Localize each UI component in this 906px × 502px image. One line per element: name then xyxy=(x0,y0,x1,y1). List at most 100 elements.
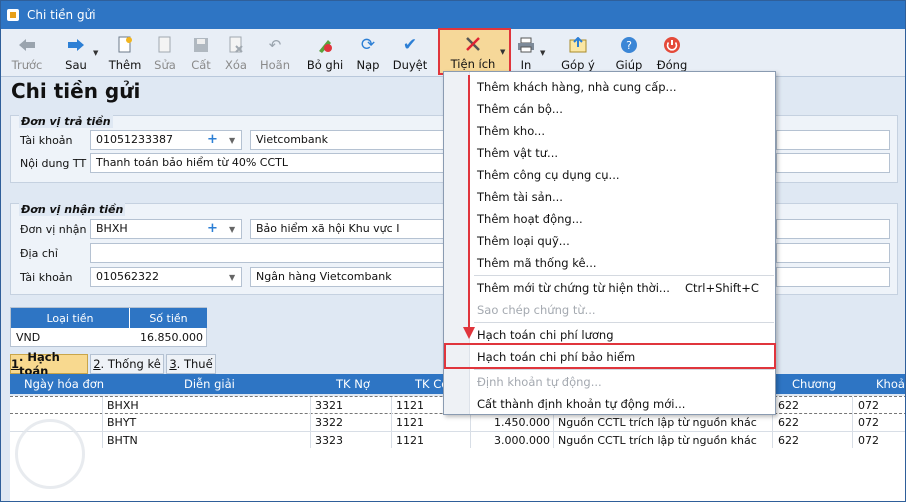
next-dropdown-icon[interactable]: ▼ xyxy=(93,49,98,57)
utilities-button[interactable]: Tiện ích ▼ xyxy=(438,28,511,75)
check-icon: ✔ xyxy=(402,34,418,55)
add-document-icon xyxy=(115,35,135,55)
payer-account-dropdown-icon[interactable]: ▼ xyxy=(229,136,235,145)
payee-account-field[interactable]: 010562322 xyxy=(90,267,242,287)
help-button[interactable]: ? Giúp xyxy=(613,31,645,75)
print-dropdown-icon[interactable]: ▼ xyxy=(540,49,545,57)
cell-item: 072 xyxy=(858,434,879,447)
payer-bank-field-ext[interactable] xyxy=(776,130,890,150)
tab-accounting[interactable]: 1. Hạch toán xyxy=(10,350,88,378)
payee-name-field-ext[interactable] xyxy=(776,219,890,239)
payee-unit-field[interactable]: BHXH xyxy=(90,219,242,239)
reload-button[interactable]: ⟳ Nạp xyxy=(353,31,383,75)
menu-salary-expense[interactable]: Hạch toán chi phí lương xyxy=(477,328,614,342)
cell-description: BHXH xyxy=(107,399,139,412)
payee-unit-label: Đơn vị nhận xyxy=(20,223,87,236)
undo-icon: ↶ xyxy=(268,35,282,54)
watermark-stamp xyxy=(15,419,85,489)
payee-bank-field-ext[interactable] xyxy=(776,267,890,287)
payee-address-label: Địa chỉ xyxy=(20,247,58,260)
add-button[interactable]: Thêm xyxy=(107,31,143,75)
payment-content-field[interactable]: Thanh toán bảo hiểm từ 40% CCTL xyxy=(90,153,444,173)
payer-group-title: Đơn vị trả tiền xyxy=(19,115,113,128)
tab-tax[interactable]: 3. Thuế xyxy=(166,354,216,374)
tab-statistics-label: . Thống kê xyxy=(100,357,161,371)
approve-button[interactable]: ✔ Duyệt xyxy=(391,31,429,75)
tab-accounting-num: 1 xyxy=(11,357,20,371)
menu-new-from-current[interactable]: Thêm mới từ chứng từ hiện thời... xyxy=(477,281,670,295)
grid-empty-area xyxy=(10,448,905,501)
tab-statistics[interactable]: 2. Thống kê xyxy=(90,354,164,374)
utilities-dropdown-icon: ▼ xyxy=(500,48,506,56)
feedback-button[interactable]: Góp ý xyxy=(559,31,597,75)
header-chapter: Chương xyxy=(792,377,837,391)
window: Chi tiền gửi Trước Sau ▼ Thêm Sửa Cất Xó… xyxy=(0,0,906,502)
table-row[interactable]: BHYT 3322 1121 1.450.000 Nguồn CCTL tríc… xyxy=(10,414,905,432)
save-icon xyxy=(191,35,211,55)
tab-statistics-num: 2 xyxy=(93,357,101,371)
menu-auto-entry: Định khoản tự động... xyxy=(477,375,602,389)
menu-add-customer[interactable]: Thêm khách hàng, nhà cung cấp... xyxy=(477,80,677,94)
cell-description: BHTN xyxy=(107,434,138,447)
payee-address-field-ext[interactable] xyxy=(776,243,890,263)
payee-account-dropdown-icon[interactable]: ▼ xyxy=(229,273,235,282)
menu-separator xyxy=(474,369,774,370)
printer-icon xyxy=(516,35,536,55)
menu-add-activity[interactable]: Thêm hoạt động... xyxy=(477,212,583,226)
tools-icon xyxy=(463,34,483,54)
cell-credit: 1121 xyxy=(396,399,424,412)
menu-add-tool[interactable]: Thêm công cụ dụng cụ... xyxy=(477,168,620,182)
payee-name-field[interactable]: Bảo hiểm xã hội Khu vực I xyxy=(250,219,444,239)
arrow-left-icon xyxy=(17,35,37,55)
unpost-button[interactable]: Bỏ ghi xyxy=(305,31,345,75)
app-icon xyxy=(7,9,19,21)
payment-content-label: Nội dung TT xyxy=(20,157,87,170)
menu-save-auto-entry[interactable]: Cất thành định khoản tự động mới... xyxy=(477,397,685,411)
menu-add-staff[interactable]: Thêm cán bộ... xyxy=(477,102,563,116)
cell-amount: 1.450.000 xyxy=(494,416,550,429)
menu-new-from-current-shortcut: Ctrl+Shift+C xyxy=(685,281,759,295)
next-button[interactable]: Sau xyxy=(61,31,91,75)
menu-add-asset[interactable]: Thêm tài sản... xyxy=(477,190,563,204)
payer-account-label: Tài khoản xyxy=(20,134,73,147)
currency-type-cell[interactable]: VND xyxy=(16,328,126,347)
delete-icon xyxy=(226,35,246,55)
menu-add-warehouse[interactable]: Thêm kho... xyxy=(477,124,545,138)
payer-bank-field[interactable]: Vietcombank xyxy=(250,130,444,150)
edit-button[interactable]: Sửa xyxy=(151,31,179,75)
cell-item: 072 xyxy=(858,399,879,412)
cell-chapter: 622 xyxy=(778,416,799,429)
payee-dropdown-icon[interactable]: ▼ xyxy=(229,225,235,234)
cell-debit: 3321 xyxy=(315,399,343,412)
feedback-icon xyxy=(568,35,588,55)
currency-amount-cell[interactable]: 16.850.000 xyxy=(129,328,205,347)
add-payee-icon[interactable]: + xyxy=(207,221,218,236)
close-button[interactable]: Đóng xyxy=(655,31,689,75)
cell-note: Nguồn CCTL trích lập từ nguồn khác xyxy=(558,416,757,429)
cell-chapter: 622 xyxy=(778,434,799,447)
toolbar-right: In ▼ Góp ý ? Giúp Đóng xyxy=(513,29,905,77)
add-payer-account-icon[interactable]: + xyxy=(207,132,218,147)
menu-separator xyxy=(474,275,774,276)
edit-icon xyxy=(155,35,175,55)
payee-bank-field[interactable]: Ngân hàng Vietcombank xyxy=(250,267,444,287)
delete-button[interactable]: Xóa xyxy=(221,31,251,75)
utilities-button-inner: Tiện ích xyxy=(444,30,502,74)
payee-address-field[interactable] xyxy=(90,243,444,263)
header-item: Khoản xyxy=(876,377,905,391)
menu-add-material[interactable]: Thêm vật tư... xyxy=(477,146,558,160)
payee-account-label: Tài khoản xyxy=(20,271,73,284)
payment-content-field-ext[interactable] xyxy=(776,153,890,173)
prev-button[interactable]: Trước xyxy=(9,31,45,75)
save-button[interactable]: Cất xyxy=(187,31,215,75)
menu-add-stat-code[interactable]: Thêm mã thống kê... xyxy=(477,256,597,270)
menu-add-fund-type[interactable]: Thêm loại quỹ... xyxy=(477,234,570,248)
print-button[interactable]: In xyxy=(515,31,537,75)
title-bar: Chi tiền gửi xyxy=(1,1,905,29)
undo-button[interactable]: ↶ Hoãn xyxy=(257,31,293,75)
cell-chapter: 622 xyxy=(778,399,799,412)
cell-debit: 3322 xyxy=(315,416,343,429)
header-debit-account: TK Nợ xyxy=(336,377,370,391)
page-title: Chi tiền gửi xyxy=(11,79,141,103)
payer-account-field[interactable]: 01051233387 xyxy=(90,130,242,150)
